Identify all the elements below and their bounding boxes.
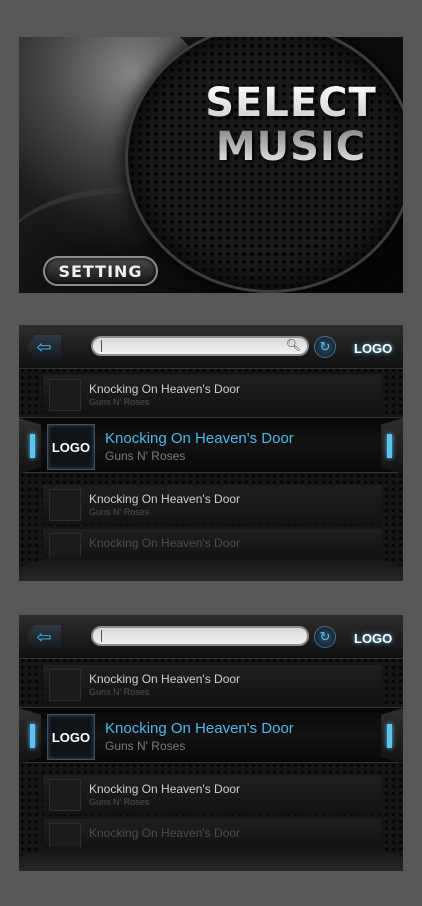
back-button[interactable]: ⇦ [27, 625, 61, 649]
scroll-right-tab[interactable] [381, 708, 403, 764]
indicator [30, 724, 35, 748]
selected-list-item[interactable]: LOGO Knocking On Heaven's Door Guns N' R… [19, 707, 403, 764]
bottom-bar [19, 847, 403, 871]
brand-logo: LOGO [354, 631, 393, 646]
title-line-2: MUSIC [215, 124, 367, 170]
song-title: Knocking On Heaven's Door [89, 826, 241, 840]
text-caret [101, 630, 102, 642]
list-item[interactable]: Knocking On Heaven's Door Guns N' Roses [43, 485, 381, 525]
setting-button[interactable]: SETTING [43, 256, 158, 286]
music-list-panel-1: ⇦ 🔍︎ ↻ LOGO Knocking On Heaven's Door Gu… [19, 325, 403, 581]
selected-list-item[interactable]: LOGO Knocking On Heaven's Door Guns N' R… [19, 417, 403, 474]
select-music-splash: SELECT MUSIC SETTING [19, 37, 403, 293]
song-title: Knocking On Heaven's Door [89, 536, 241, 550]
indicator [30, 434, 35, 458]
search-icon[interactable]: 🔍︎ [286, 338, 301, 352]
top-bar: ⇦ 🔍︎ ↻ LOGO [19, 325, 403, 369]
album-thumbnail [49, 669, 81, 701]
album-thumbnail [49, 379, 81, 411]
indicator [387, 434, 392, 458]
scroll-left-tab[interactable] [19, 708, 41, 764]
album-logo-thumbnail: LOGO [47, 714, 95, 760]
song-title: Knocking On Heaven's Door [89, 382, 241, 396]
search-input[interactable] [91, 626, 309, 646]
selected-song-title: Knocking On Heaven's Door [105, 720, 294, 737]
back-arrow-icon: ⇦ [36, 336, 52, 357]
back-arrow-icon: ⇦ [36, 626, 52, 647]
refresh-icon: ↻ [319, 339, 331, 354]
search-input[interactable]: 🔍︎ [91, 336, 309, 356]
title-line-1: SELECT [205, 80, 377, 126]
refresh-button[interactable]: ↻ [314, 336, 336, 358]
album-thumbnail [49, 779, 81, 811]
selected-song-artist: Guns N' Roses [105, 449, 186, 463]
song-title: Knocking On Heaven's Door [89, 492, 241, 506]
song-title: Knocking On Heaven's Door [89, 672, 241, 686]
top-bar: ⇦ ↻ LOGO [19, 615, 403, 659]
list-item[interactable]: Knocking On Heaven's Door [43, 819, 381, 849]
song-artist: Guns N' Roses [89, 797, 150, 807]
song-artist: Guns N' Roses [89, 397, 150, 407]
refresh-icon: ↻ [319, 629, 331, 644]
bottom-bar [19, 557, 403, 581]
scroll-left-tab[interactable] [19, 418, 41, 474]
list-item[interactable]: Knocking On Heaven's Door Guns N' Roses [43, 375, 381, 415]
list-item[interactable]: Knocking On Heaven's Door Guns N' Roses [43, 665, 381, 705]
album-thumbnail [49, 533, 81, 559]
music-list-panel-2: ⇦ ↻ LOGO Knocking On Heaven's Door Guns … [19, 615, 403, 871]
select-music-title: SELECT MUSIC [191, 81, 391, 169]
list-item[interactable]: Knocking On Heaven's Door [43, 529, 381, 559]
text-caret [101, 340, 102, 352]
back-button[interactable]: ⇦ [27, 335, 61, 359]
album-thumbnail [49, 489, 81, 521]
album-thumbnail [49, 823, 81, 849]
album-logo-thumbnail: LOGO [47, 424, 95, 470]
song-artist: Guns N' Roses [89, 687, 150, 697]
brand-logo: LOGO [354, 341, 393, 356]
indicator [387, 724, 392, 748]
refresh-button[interactable]: ↻ [314, 626, 336, 648]
selected-song-title: Knocking On Heaven's Door [105, 430, 294, 447]
song-artist: Guns N' Roses [89, 507, 150, 517]
selected-song-artist: Guns N' Roses [105, 739, 186, 753]
list-item[interactable]: Knocking On Heaven's Door Guns N' Roses [43, 775, 381, 815]
song-title: Knocking On Heaven's Door [89, 782, 241, 796]
scroll-right-tab[interactable] [381, 418, 403, 474]
